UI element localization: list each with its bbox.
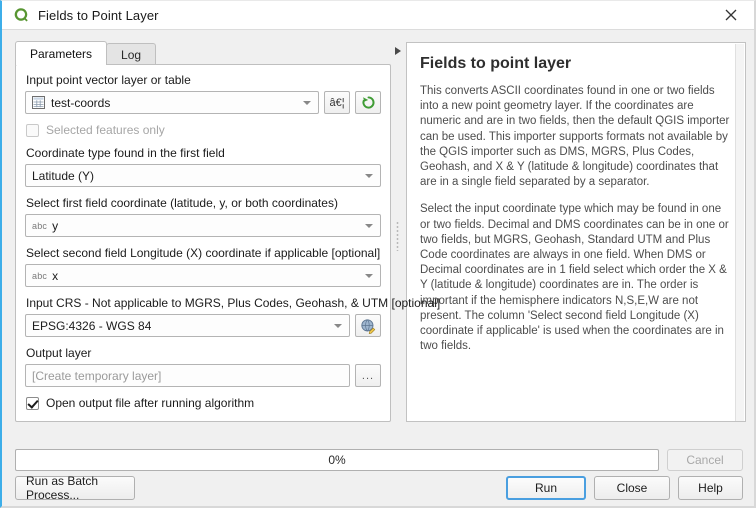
selected-features-only-row[interactable]: Selected features only [26,123,381,137]
output-layer-row: [Create temporary layer] ... [25,364,381,387]
second-field-value: x [52,268,59,283]
input-crs-value: EPSG:4326 - WGS 84 [32,318,152,333]
dialog-button-bar: Run as Batch Process... Run Close Help [15,474,743,502]
run-button[interactable]: Run [506,476,586,500]
coordinate-type-value: Latitude (Y) [32,168,95,183]
splitter-handle-icon[interactable] [396,221,399,251]
first-field-label: Select first field coordinate (latitude,… [26,196,338,210]
chevron-down-icon [365,173,373,178]
open-output-label: Open output file after running algorithm [46,396,255,410]
tab-bar: Parameters Log [15,41,157,65]
input-layer-value: test-coords [51,95,111,110]
second-field-row: abc x [25,264,381,287]
coordinate-type-combo[interactable]: Latitude (Y) [25,164,381,187]
fields-to-point-layer-dialog: Fields to Point Layer Parameters Log Inp… [0,0,756,508]
abc-type-icon: abc [32,220,48,231]
input-layer-label: Input point vector layer or table [26,73,191,87]
title-bar: Fields to Point Layer [2,1,754,30]
output-layer-input[interactable]: [Create temporary layer] [25,364,350,387]
first-field-combo[interactable]: abc y [25,214,381,237]
qgis-q-logo-icon [12,6,30,24]
tab-parameters-label: Parameters [30,46,93,61]
second-field-label: Select second field Longitude (X) coordi… [26,246,381,260]
help-button[interactable]: Help [678,476,743,500]
progress-text: 0% [328,453,346,467]
help-title: Fields to point layer [420,55,572,72]
tab-log-label: Log [121,47,142,62]
chevron-down-icon [365,273,373,278]
coordinate-type-row: Latitude (Y) [25,164,381,187]
input-layer-combo[interactable]: test-coords [25,91,319,114]
open-output-row[interactable]: Open output file after running algorithm [26,396,381,410]
chevron-down-icon [303,100,311,105]
input-crs-row: EPSG:4326 - WGS 84 [25,314,381,337]
help-panel: Fields to point layer This converts ASCI… [406,42,746,422]
window-title: Fields to Point Layer [38,7,159,23]
input-crs-combo[interactable]: EPSG:4326 - WGS 84 [25,314,350,337]
input-layer-ellipsis-button[interactable]: â€¦ [324,91,350,114]
coordinate-type-label: Coordinate type found in the first field [26,146,225,160]
abc-type-icon: abc [32,270,48,281]
refresh-green-icon[interactable] [355,91,381,114]
chevron-down-icon [365,223,373,228]
table-layer-icon [32,96,45,109]
collapse-arrow-icon[interactable] [393,45,403,57]
close-icon[interactable] [708,1,754,29]
selected-features-only-label: Selected features only [46,123,165,137]
parameters-panel: Input point vector layer or table test-c… [15,64,441,422]
output-layer-label: Output layer [26,346,92,360]
input-layer-row: test-coords â€¦ [25,91,381,114]
second-field-combo[interactable]: abc x [25,264,381,287]
help-paragraph-2: Select the input coordinate type which m… [420,203,729,353]
help-paragraph-1: This converts ASCII coordinates found in… [420,85,730,189]
chevron-down-icon [334,323,342,328]
close-button[interactable]: Close [594,476,670,500]
progress-row: 0% Cancel [15,449,743,471]
tab-parameters[interactable]: Parameters [15,41,108,65]
run-as-batch-process-button[interactable]: Run as Batch Process... [15,474,135,502]
tab-log[interactable]: Log [106,43,157,65]
first-field-value: y [52,218,59,233]
crs-globe-pencil-icon[interactable] [355,314,381,337]
progress-bar: 0% [15,449,659,471]
help-scrollbar[interactable] [735,44,744,421]
cancel-button[interactable]: Cancel [667,449,743,471]
output-layer-browse-button[interactable]: ... [355,364,381,387]
open-output-checkbox[interactable] [26,396,39,410]
first-field-row: abc y [25,214,381,237]
selected-features-only-checkbox[interactable] [26,123,39,137]
input-crs-label: Input CRS - Not applicable to MGRS, Plus… [26,296,441,310]
